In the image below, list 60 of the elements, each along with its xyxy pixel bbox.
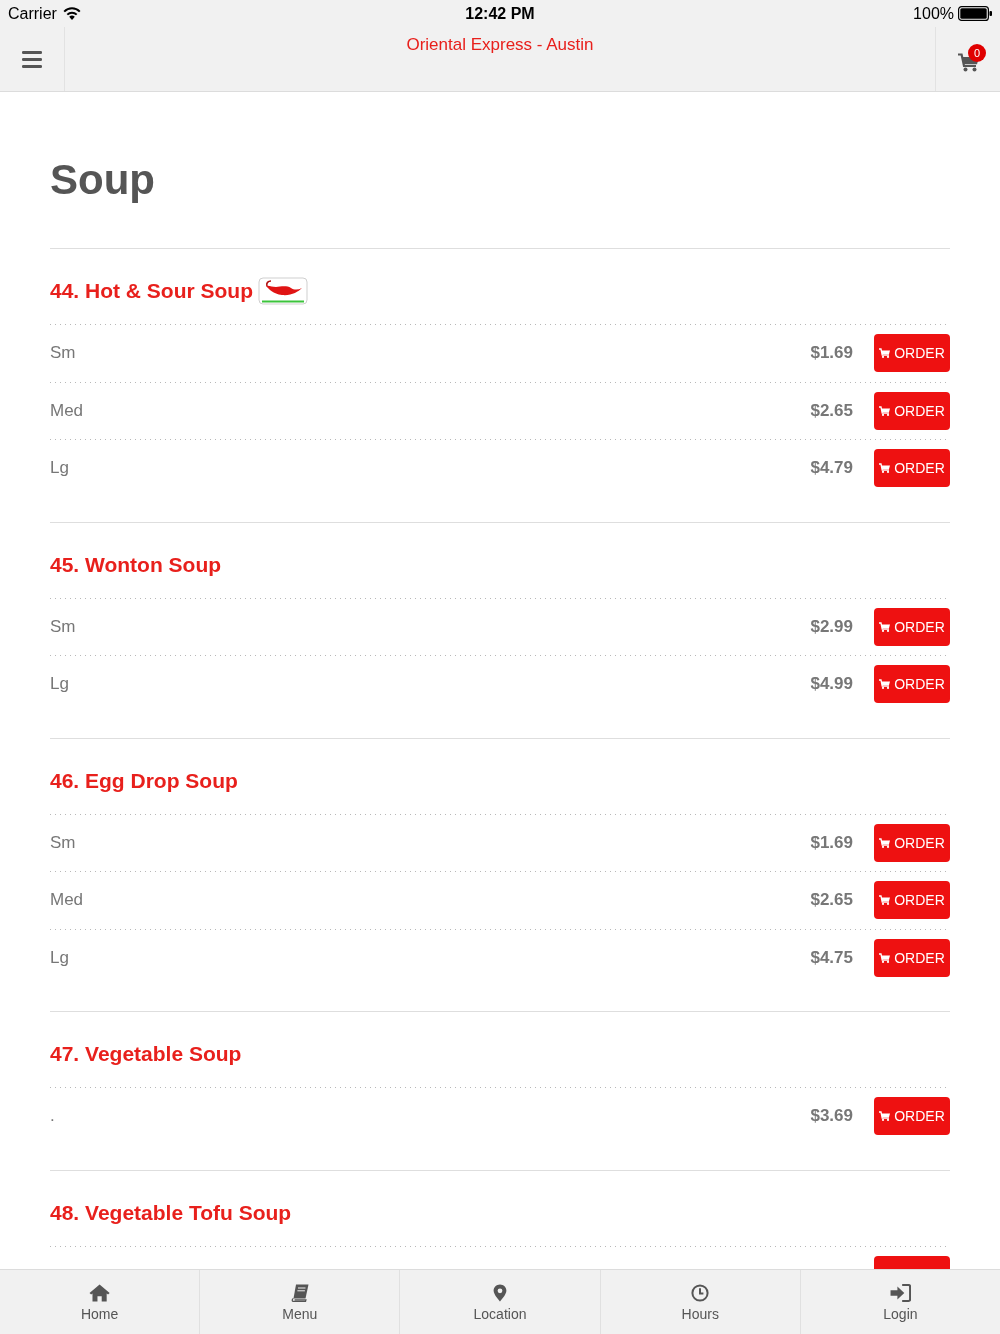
map-pin-icon	[493, 1284, 507, 1302]
wifi-icon	[62, 7, 81, 20]
price: $4.99	[810, 673, 853, 696]
item-title: 44. Hot & Sour Soup	[50, 278, 253, 304]
cart-icon	[879, 621, 891, 632]
book-icon	[290, 1284, 309, 1302]
size-label: Sm	[50, 342, 76, 365]
price: $1.69	[810, 831, 853, 854]
order-button[interactable]: ORDER	[874, 607, 950, 646]
size-label: Med	[50, 399, 84, 422]
order-button[interactable]: ORDER	[874, 1097, 950, 1136]
size-label: Sm	[50, 831, 76, 854]
order-button[interactable]: ORDER	[874, 665, 950, 704]
nav-tab[interactable]: Hours	[599, 1270, 800, 1334]
size-label: Lg	[50, 673, 69, 696]
order-button[interactable]: ORDER	[874, 334, 950, 373]
order-button[interactable]: ORDER	[874, 938, 950, 977]
order-button[interactable]: ORDER	[874, 881, 950, 920]
item-title: 46. Egg Drop Soup	[50, 767, 238, 794]
battery-icon	[958, 6, 992, 21]
carrier-name: Carrier	[8, 3, 57, 24]
price: $4.75	[810, 946, 853, 969]
order-button[interactable]: ORDER	[874, 391, 950, 430]
order-button[interactable]: ORDER	[874, 823, 950, 862]
nav-tab[interactable]: Menu	[199, 1270, 400, 1334]
cart-icon	[879, 405, 891, 416]
clock-icon	[691, 1284, 710, 1302]
cart-icon	[879, 348, 891, 359]
section-heading: Soup	[50, 155, 156, 205]
price: $1.69	[810, 342, 853, 365]
item-title: 45. Wonton Soup	[50, 551, 222, 578]
cart-icon	[879, 895, 891, 906]
cart-icon	[879, 837, 891, 848]
cart-icon	[879, 1111, 891, 1122]
nav-tab[interactable]: Login	[799, 1270, 1000, 1334]
item-title: 48. Vegetable Tofu Soup	[50, 1199, 292, 1226]
nav-tab[interactable]: Home	[0, 1270, 200, 1334]
cart-icon	[879, 679, 891, 690]
cart-count-badge: 0	[968, 44, 986, 62]
restaurant-title: Oriental Express - Austin	[406, 35, 594, 55]
size-label: Med	[50, 889, 84, 912]
size-label: Lg	[50, 457, 69, 480]
status-time: 12:42 PM	[465, 3, 535, 24]
menu-icon[interactable]	[22, 50, 42, 68]
price: $3.69	[810, 1105, 853, 1128]
price: $2.99	[810, 615, 853, 638]
price: $2.65	[810, 399, 853, 422]
cart-icon	[879, 952, 891, 963]
size-label: Sm	[50, 615, 76, 638]
login-icon	[889, 1284, 911, 1302]
order-button[interactable]: ORDER	[874, 449, 950, 488]
price: $2.65	[810, 889, 853, 912]
price: $4.79	[810, 457, 853, 480]
item-title: 47. Vegetable Soup	[50, 1041, 242, 1067]
cart-icon	[879, 463, 891, 474]
battery-percent: 100%	[913, 3, 954, 24]
size-label: .	[50, 1105, 55, 1128]
nav-tab[interactable]: Location	[399, 1270, 600, 1334]
size-label: Lg	[50, 946, 69, 969]
home-icon	[89, 1284, 111, 1302]
